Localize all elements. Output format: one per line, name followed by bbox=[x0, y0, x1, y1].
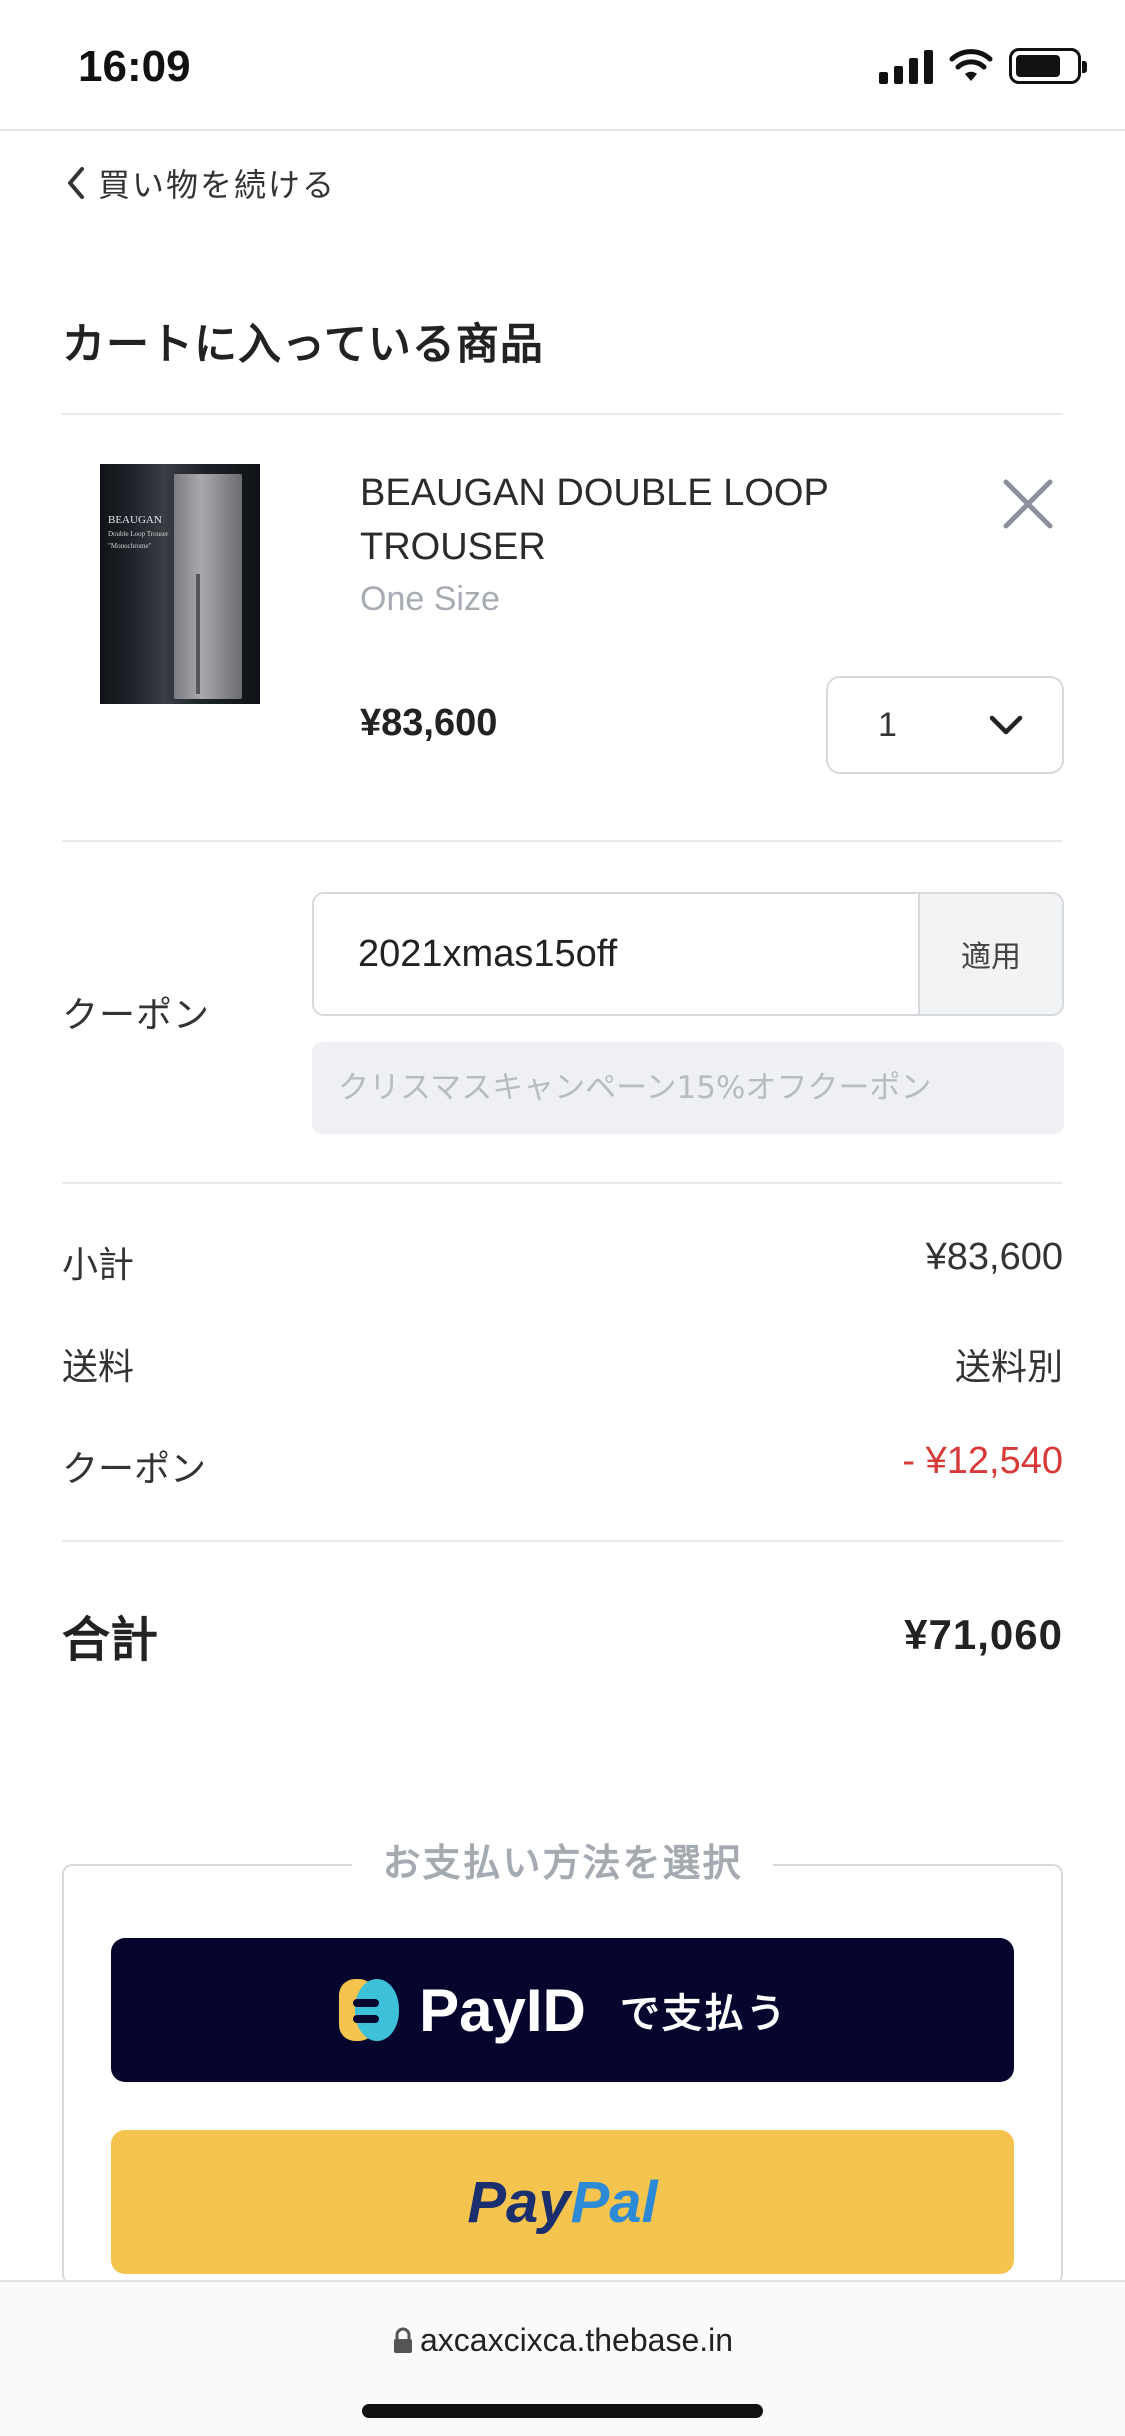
close-icon bbox=[1003, 479, 1053, 529]
status-time: 16:09 bbox=[78, 42, 191, 91]
product-price: ¥83,600 bbox=[360, 702, 498, 744]
subtotal-row: 小計 ¥83,600 bbox=[62, 1236, 1063, 1288]
product-variant: One Size bbox=[360, 580, 500, 618]
payid-brand: PayID bbox=[419, 1976, 586, 2044]
shipping-label: 送料 bbox=[62, 1347, 135, 1388]
shipping-row: 送料 送料別 bbox=[62, 1338, 1063, 1390]
product-image-title: BEAUGAN bbox=[108, 514, 162, 526]
total-label: 合計 bbox=[62, 1612, 159, 1668]
paypal-logo-pal: Pal bbox=[570, 2169, 658, 2235]
total-row: 合計 ¥71,060 bbox=[62, 1600, 1063, 1670]
url-text: axcaxcixca.thebase.in bbox=[419, 2322, 734, 2358]
subtotal-label: 小計 bbox=[62, 1245, 135, 1286]
browser-bar: axcaxcixca.thebase.in bbox=[0, 2280, 1125, 2436]
quantity-select[interactable]: 1 bbox=[826, 676, 1064, 774]
continue-shopping-label: 買い物を続ける bbox=[98, 166, 337, 204]
divider bbox=[62, 1540, 1063, 1542]
product-image-caption: "Monochrome" bbox=[108, 542, 152, 550]
product-name[interactable]: BEAUGAN DOUBLE LOOP TROUSER bbox=[360, 466, 920, 574]
coupon-discount-value: - ¥12,540 bbox=[902, 1440, 1063, 1482]
coupon-description: クリスマスキャンペーン15%オフクーポン bbox=[312, 1042, 1064, 1134]
product-image-subtitle: Double Loop Trouser bbox=[108, 530, 169, 538]
total-value: ¥71,060 bbox=[904, 1611, 1063, 1658]
coupon-discount-row: クーポン - ¥12,540 bbox=[62, 1440, 1063, 1492]
coupon-box: 適用 bbox=[312, 892, 1064, 1016]
coupon-discount-label: クーポン bbox=[62, 1449, 207, 1490]
paypal-button[interactable]: PayPal bbox=[111, 2130, 1014, 2274]
cart-title: カートに入っている商品 bbox=[62, 320, 544, 370]
apply-coupon-button[interactable]: 適用 bbox=[918, 894, 1062, 1014]
payid-logo-icon bbox=[339, 1979, 400, 2041]
payment-legend: お支払い方法を選択 bbox=[0, 1832, 1125, 1887]
signal-icon bbox=[879, 48, 933, 84]
shipping-value: 送料別 bbox=[954, 1347, 1063, 1388]
paypal-logo: PayPal bbox=[467, 2169, 657, 2236]
battery-icon bbox=[1009, 48, 1087, 84]
payid-button[interactable]: PayID で支払う bbox=[111, 1938, 1014, 2082]
chevron-left-icon bbox=[68, 167, 84, 199]
url-bar[interactable]: axcaxcixca.thebase.in bbox=[0, 2322, 1125, 2359]
coupon-label: クーポン bbox=[62, 995, 211, 1036]
quantity-value: 1 bbox=[878, 705, 897, 744]
product-image[interactable]: BEAUGAN Double Loop Trouser "Monochrome" bbox=[100, 464, 260, 704]
payment-legend-label: お支払い方法を選択 bbox=[352, 1832, 773, 1887]
remove-item-button[interactable] bbox=[1000, 476, 1056, 532]
divider bbox=[62, 1182, 1063, 1184]
payid-suffix: で支払う bbox=[619, 1992, 788, 2036]
divider bbox=[62, 413, 1063, 415]
chevron-down-icon bbox=[989, 715, 1023, 735]
wifi-icon bbox=[949, 49, 993, 81]
continue-shopping-link[interactable]: 買い物を続ける bbox=[62, 160, 336, 206]
subtotal-value: ¥83,600 bbox=[925, 1236, 1063, 1278]
home-indicator[interactable] bbox=[362, 2404, 763, 2418]
coupon-input[interactable] bbox=[314, 894, 918, 1014]
status-bar: 16:09 bbox=[0, 0, 1125, 131]
divider bbox=[62, 840, 1063, 842]
paypal-logo-pay: Pay bbox=[467, 2169, 571, 2235]
lock-icon bbox=[393, 2327, 412, 2353]
status-icons bbox=[879, 48, 1087, 84]
